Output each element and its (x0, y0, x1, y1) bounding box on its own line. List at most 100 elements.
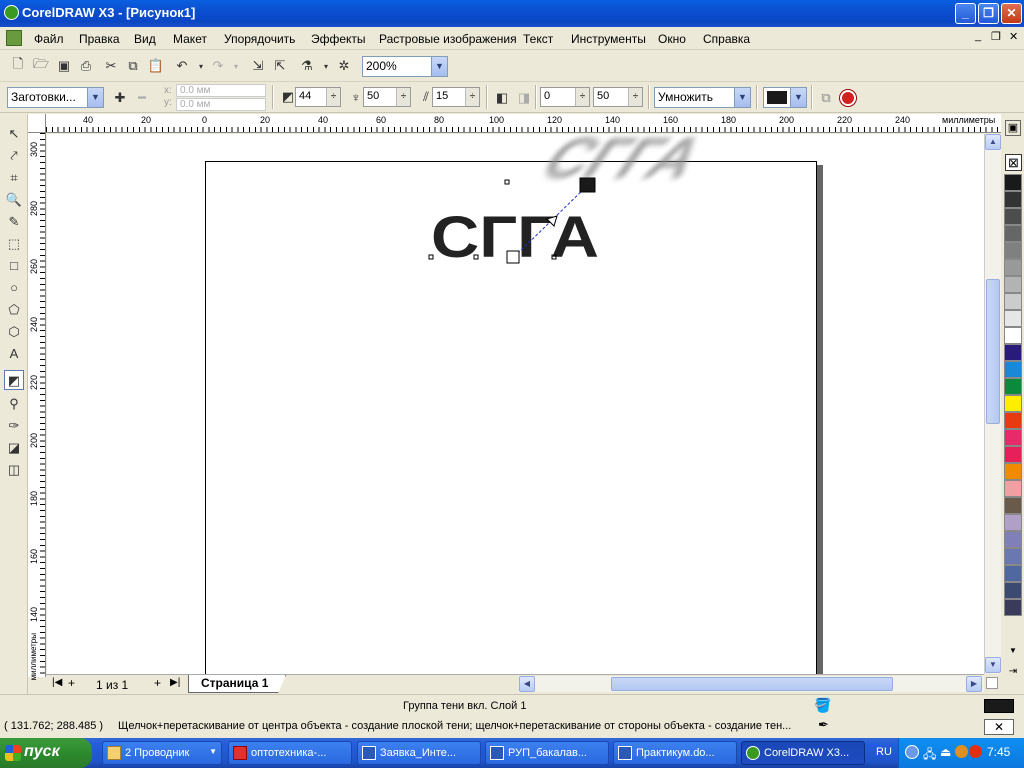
minimize-button[interactable]: _ (955, 3, 976, 24)
taskbar-item-coreldraw[interactable]: CorelDRAW X3... (741, 741, 865, 765)
cut-icon[interactable]: ✂ (101, 56, 121, 76)
color-swatch[interactable] (1004, 293, 1022, 310)
spinner-icon[interactable]: ÷ (326, 88, 340, 106)
fill-indicator-icon[interactable]: 🪣 (814, 697, 831, 714)
transparency-mode-combo[interactable]: Умножить ▼ (654, 87, 751, 108)
add-page-before-icon[interactable]: + (68, 676, 75, 690)
vertical-scroll-thumb[interactable] (986, 279, 1000, 424)
color-swatch[interactable] (1004, 361, 1022, 378)
horizontal-scroll-thumb[interactable] (611, 677, 893, 691)
shadow-stretch2-field[interactable]: 50 ÷ (593, 87, 643, 107)
outline-none-swatch[interactable]: ✕ (984, 719, 1014, 735)
redo-dropdown-icon[interactable]: ▾ (226, 56, 246, 76)
menu-file[interactable]: Файл (34, 32, 64, 46)
show-hidden-icons-icon[interactable] (905, 745, 919, 759)
shadow-start-handle[interactable] (506, 250, 520, 264)
horizontal-scrollbar[interactable]: ◀ ▶ (519, 676, 984, 692)
copy-icon[interactable]: ⧉ (123, 56, 143, 76)
scroll-down-icon[interactable]: ▼ (985, 657, 1001, 673)
taskbar-item-word1[interactable]: Заявка_Инте... (357, 741, 481, 765)
copy-shadow-icon[interactable]: ⧉ (816, 88, 836, 108)
color-swatch[interactable] (1004, 259, 1022, 276)
chevron-down-icon[interactable]: ▼ (734, 88, 750, 107)
print-icon[interactable]: ⎙ (76, 56, 96, 76)
navigator-icon[interactable] (986, 677, 998, 689)
vertical-ruler[interactable]: 300 280 260 240 220 200 180 160 140 милл… (28, 133, 46, 680)
menu-window[interactable]: Окно (658, 32, 686, 46)
application-launcher-icon[interactable]: ⚗ (297, 56, 317, 76)
color-swatch[interactable] (1004, 531, 1022, 548)
shape-tool-icon[interactable]: ⤤ (4, 146, 24, 166)
document-icon[interactable] (6, 30, 22, 46)
color-swatch[interactable] (1004, 582, 1022, 599)
taskbar-item-word2[interactable]: РУП_бакалав... (485, 741, 609, 765)
eyedropper-tool-icon[interactable]: ⚲ (4, 394, 24, 414)
shadow-color-picker[interactable]: ▼ (763, 87, 807, 108)
shadow-stretch-field[interactable]: 15 ÷ (432, 87, 480, 107)
drop-shadow-tool-icon[interactable]: ◩ (4, 370, 24, 390)
language-indicator[interactable]: RU (876, 746, 892, 758)
color-swatch[interactable] (1004, 174, 1022, 191)
clear-shadow-icon[interactable] (838, 88, 858, 108)
shadow-feather-field[interactable]: 50 ÷ (363, 87, 411, 107)
clock[interactable]: 7:45 (987, 745, 1010, 759)
selection-handle[interactable] (504, 179, 510, 185)
color-swatch[interactable] (1004, 514, 1022, 531)
menu-bitmaps[interactable]: Растровые изображения (379, 32, 517, 46)
zoom-tool-icon[interactable]: 🔍 (4, 190, 24, 210)
maximize-button[interactable]: ❐ (978, 3, 999, 24)
smart-fill-tool-icon[interactable]: ⬚ (4, 234, 24, 254)
new-icon[interactable]: 🗋 (8, 56, 28, 76)
color-swatch[interactable] (1004, 412, 1022, 429)
fill-tool-icon[interactable]: ◪ (4, 438, 24, 458)
taskbar-item-explorer[interactable]: 2 Проводник ▼ (102, 741, 222, 765)
add-preset-icon[interactable]: ✚ (110, 88, 130, 108)
spinner-icon[interactable]: ÷ (396, 88, 410, 106)
paste-icon[interactable]: 📋 (146, 56, 166, 76)
safely-remove-icon[interactable]: ⏏ (940, 745, 951, 759)
shadow-y-field[interactable]: 0.0 мм (176, 98, 266, 111)
color-swatch[interactable] (1004, 480, 1022, 497)
menu-view[interactable]: Вид (134, 32, 156, 46)
chevron-down-icon[interactable]: ▼ (87, 88, 103, 107)
spinner-icon[interactable]: ÷ (575, 88, 589, 106)
palette-expand-icon[interactable]: ⇥ (1005, 666, 1021, 680)
crop-tool-icon[interactable]: ⌗ (4, 168, 24, 188)
import-icon[interactable]: ⇲ (248, 56, 268, 76)
basic-shapes-tool-icon[interactable]: ⬡ (4, 322, 24, 342)
scroll-right-icon[interactable]: ▶ (966, 676, 982, 692)
zoom-level-combo[interactable]: 200% ▼ (362, 56, 448, 77)
menu-effects[interactable]: Эффекты (311, 32, 366, 46)
welcome-screen-icon[interactable]: ✲ (334, 56, 354, 76)
color-swatch[interactable] (1004, 191, 1022, 208)
polygon-tool-icon[interactable]: ⬠ (4, 300, 24, 320)
feather-edges-icon[interactable]: ◨ (514, 88, 534, 108)
page-tab[interactable]: Страница 1 (188, 675, 286, 693)
color-swatch[interactable] (1004, 548, 1022, 565)
chevron-down-icon[interactable]: ▼ (790, 88, 806, 107)
start-button[interactable]: пуск (0, 738, 92, 768)
scroll-up-icon[interactable]: ▲ (985, 134, 1001, 150)
color-swatch[interactable] (1004, 225, 1022, 242)
ruler-origin[interactable] (28, 114, 46, 133)
shadow-end-handle[interactable] (579, 177, 596, 193)
scroll-left-icon[interactable]: ◀ (519, 676, 535, 692)
vertical-scrollbar[interactable]: ▲ ▼ (984, 134, 1001, 674)
color-swatch[interactable] (1004, 208, 1022, 225)
color-swatch[interactable] (1004, 446, 1022, 463)
doc-restore-button[interactable]: ❐ (991, 30, 1001, 43)
color-swatch[interactable] (1004, 327, 1022, 344)
preset-combo[interactable]: Заготовки... ▼ (7, 87, 104, 108)
color-swatch[interactable] (1004, 378, 1022, 395)
menu-help[interactable]: Справка (703, 32, 750, 46)
palette-menu-icon[interactable]: ▣ (1005, 120, 1021, 136)
menu-tools[interactable]: Инструменты (571, 32, 646, 46)
first-page-icon[interactable]: |◀ (52, 677, 62, 688)
color-swatch[interactable] (1004, 344, 1022, 361)
palette-scroll-down-icon[interactable]: ▼ (1005, 646, 1021, 658)
color-swatch[interactable] (1004, 565, 1022, 582)
open-icon[interactable]: 🗁 (31, 56, 51, 76)
drop-shadow[interactable]: СГГА (527, 134, 719, 191)
freehand-tool-icon[interactable]: ✎ (4, 212, 24, 232)
redo-icon[interactable]: ↷ (208, 56, 228, 76)
